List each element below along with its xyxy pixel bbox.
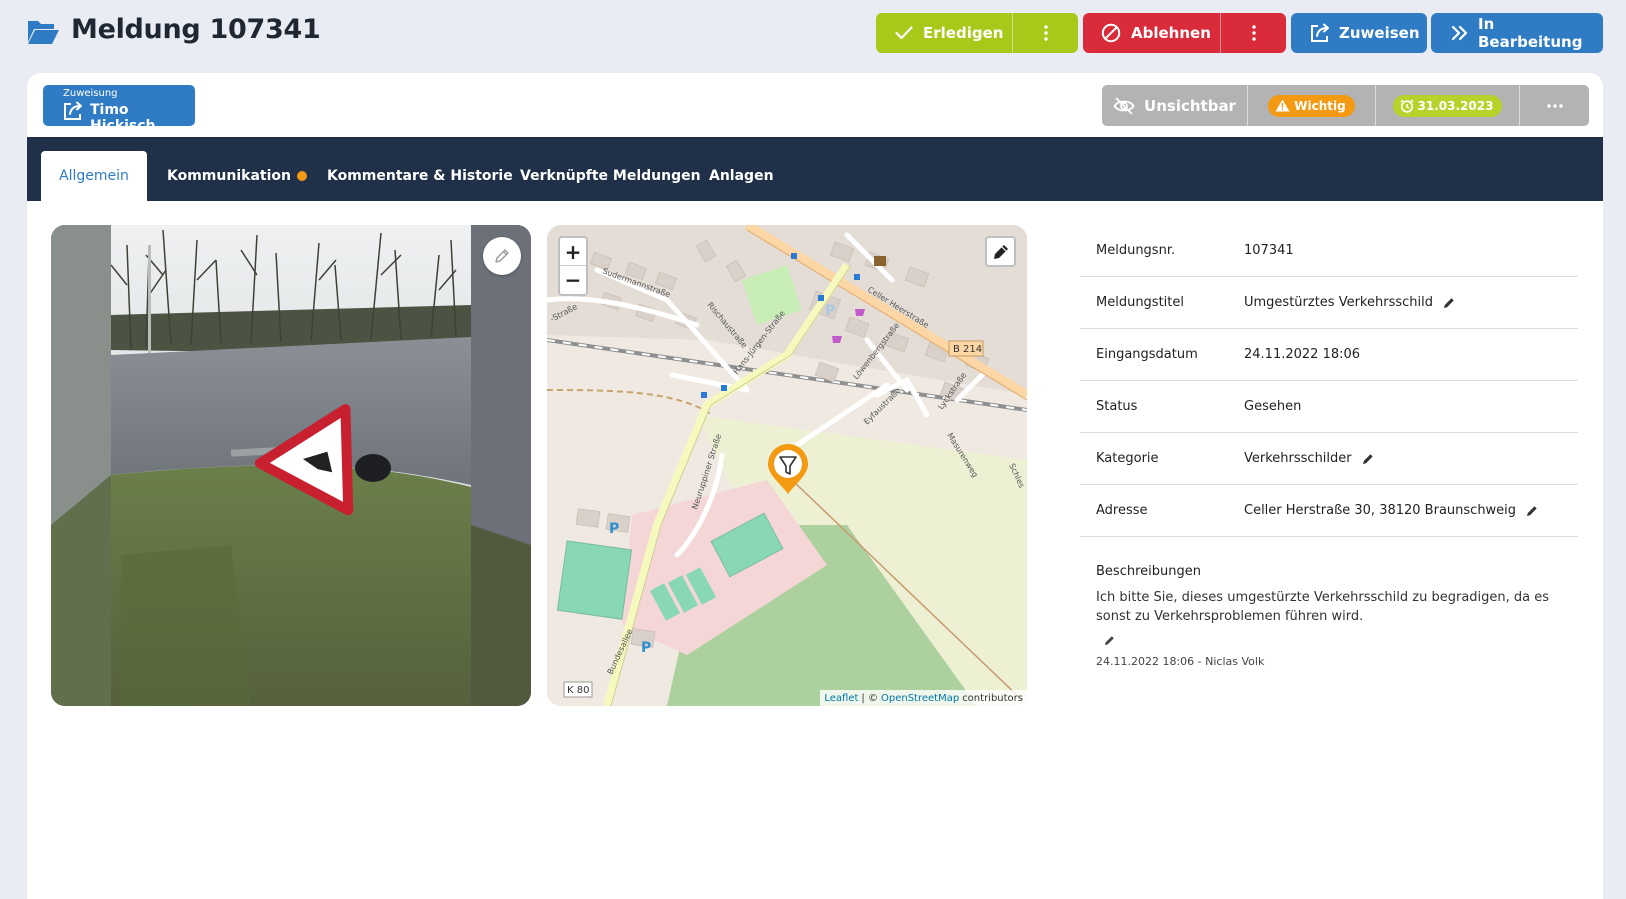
status-value: Gesehen bbox=[1244, 399, 1302, 414]
tab-verknuepfte-meldungen[interactable]: Verknüpfte Meldungen bbox=[520, 151, 701, 201]
tab-allgemein[interactable]: Allgemein bbox=[41, 151, 147, 201]
description-label: Beschreibungen bbox=[1096, 564, 1201, 579]
due-date-badge: 31.03.2023 bbox=[1392, 94, 1503, 117]
check-icon bbox=[895, 26, 913, 40]
visibility-label: Unsichtbar bbox=[1144, 96, 1236, 115]
share-icon bbox=[1311, 23, 1329, 42]
ablehnen-button[interactable]: Ablehnen bbox=[1083, 13, 1220, 53]
received-date: 24.11.2022 18:06 bbox=[1244, 347, 1361, 362]
pencil-icon bbox=[993, 244, 1008, 259]
tab-anlagen[interactable]: Anlagen bbox=[709, 151, 774, 201]
erledigen-button[interactable]: Erledigen bbox=[876, 13, 1012, 53]
description-text: Ich bitte Sie, dieses umgestürzte Verkeh… bbox=[1096, 590, 1550, 624]
more-options-button[interactable] bbox=[1520, 85, 1589, 126]
eye-slash-icon bbox=[1113, 96, 1135, 115]
zoom-out-button[interactable]: − bbox=[560, 266, 586, 294]
detail-label: Eingangsdatum bbox=[1096, 347, 1198, 362]
pencil-icon bbox=[495, 249, 509, 263]
svg-text:P: P bbox=[825, 303, 835, 319]
priority-badge: Wichtig bbox=[1268, 94, 1355, 117]
attribution-separator: | © bbox=[861, 692, 878, 704]
tab-bar: Allgemein Kommunikation Kommentare & His… bbox=[27, 137, 1603, 201]
zuweisen-label: Zuweisen bbox=[1339, 24, 1420, 42]
in-bearbeitung-button[interactable]: In Bearbeitung bbox=[1431, 13, 1603, 53]
folder-open-icon bbox=[28, 21, 59, 44]
pencil-icon[interactable] bbox=[1443, 297, 1455, 309]
zoom-in-button[interactable]: + bbox=[560, 238, 586, 266]
assignment-caption: Zuweisung bbox=[63, 88, 118, 99]
detail-row-status: Status Gesehen bbox=[1080, 381, 1578, 433]
warning-icon bbox=[1275, 99, 1290, 112]
double-chevron-icon bbox=[1451, 25, 1468, 41]
map-edit-button[interactable] bbox=[985, 236, 1016, 267]
map-zoom-control: + − bbox=[558, 236, 588, 296]
address-value: Celler Herstraße 30, 38120 Braunschweig bbox=[1244, 503, 1517, 518]
report-card: Zuweisung Timo Hickisch Unsichtbar Wicht… bbox=[27, 73, 1603, 899]
edit-photo-button[interactable] bbox=[483, 237, 521, 275]
ablehnen-more-button[interactable] bbox=[1220, 13, 1286, 53]
detail-value: Gesehen bbox=[1244, 399, 1301, 414]
detail-label: Meldungstitel bbox=[1096, 295, 1184, 310]
osm-link[interactable]: OpenStreetMap bbox=[881, 693, 959, 704]
ban-icon bbox=[1101, 23, 1121, 43]
svg-text:P: P bbox=[641, 640, 651, 656]
notification-dot bbox=[296, 171, 307, 181]
assignee-name: Timo Hickisch bbox=[90, 102, 156, 134]
detail-label: Kategorie bbox=[1096, 451, 1159, 466]
leaflet-link[interactable]: Leaflet bbox=[824, 693, 858, 704]
detail-value: Verkehrsschilder bbox=[1244, 451, 1374, 466]
detail-value: Umgestürztes Verkehrsschild bbox=[1244, 295, 1455, 310]
pencil-icon[interactable] bbox=[1362, 453, 1374, 465]
pencil-icon[interactable] bbox=[1104, 635, 1115, 646]
report-title: Umgestürztes Verkehrsschild bbox=[1244, 295, 1433, 310]
svg-text:P: P bbox=[609, 521, 619, 537]
due-date-label: 31.03.2023 bbox=[1417, 98, 1494, 113]
photo-image bbox=[51, 225, 531, 706]
erledigen-more-button[interactable] bbox=[1012, 13, 1078, 53]
description-meta: 24.11.2022 18:06 - Niclas Volk bbox=[1096, 655, 1265, 668]
assignment-badge[interactable]: Zuweisung Timo Hickisch bbox=[43, 85, 195, 134]
page-title: Meldung 107341 bbox=[71, 14, 321, 45]
report-photo[interactable] bbox=[51, 225, 531, 706]
detail-row-eingangsdatum: Eingangsdatum 24.11.2022 18:06 bbox=[1080, 329, 1578, 381]
detail-value: Celler Herstraße 30, 38120 Braunschweig bbox=[1244, 503, 1538, 518]
detail-value: 24.11.2022 18:06 bbox=[1244, 347, 1360, 362]
report-number: 107341 bbox=[1244, 243, 1294, 258]
location-map[interactable]: P P P B 214 K 80 Celler Heerstraße Hans-… bbox=[547, 225, 1027, 706]
category-value: Verkehrsschilder bbox=[1244, 451, 1352, 466]
flag-toolbar: Unsichtbar Wichtig 31.03.2023 bbox=[1102, 85, 1589, 126]
zuweisen-button[interactable]: Zuweisen bbox=[1291, 13, 1427, 53]
detail-label: Adresse bbox=[1096, 503, 1148, 518]
tab-kommunikation-label: Kommunikation bbox=[167, 168, 291, 184]
priority-toggle[interactable]: Wichtig bbox=[1248, 85, 1376, 126]
detail-row-kategorie: Kategorie Verkehrsschilder bbox=[1080, 433, 1578, 485]
map-marker-icon bbox=[768, 444, 808, 494]
details-panel: Meldungsnr. 107341 Meldungstitel Umgestü… bbox=[1080, 225, 1578, 668]
horizontal-dots-icon bbox=[1546, 103, 1563, 108]
alarm-clock-icon bbox=[1400, 98, 1414, 113]
svg-text:B 214: B 214 bbox=[953, 344, 982, 355]
due-date-toggle[interactable]: 31.03.2023 bbox=[1376, 85, 1520, 126]
tab-kommentare-historie[interactable]: Kommentare & Historie bbox=[327, 151, 513, 201]
share-icon bbox=[64, 101, 82, 120]
visibility-toggle[interactable]: Unsichtbar bbox=[1102, 85, 1248, 126]
pencil-icon[interactable] bbox=[1526, 505, 1538, 517]
map-attribution: Leaflet | © OpenStreetMap contributors bbox=[820, 690, 1027, 706]
detail-label: Status bbox=[1096, 399, 1138, 414]
page-header: Meldung 107341 Erledigen Ablehnen Zuweis… bbox=[0, 0, 1626, 66]
detail-row-adresse: Adresse Celler Herstraße 30, 38120 Braun… bbox=[1080, 485, 1578, 537]
priority-label: Wichtig bbox=[1294, 98, 1346, 113]
vertical-dots-icon bbox=[1251, 25, 1256, 41]
detail-row-meldungsnr: Meldungsnr. 107341 bbox=[1080, 225, 1578, 277]
svg-text:K 80: K 80 bbox=[567, 685, 589, 696]
attribution-suffix: contributors bbox=[962, 692, 1023, 704]
erledigen-label: Erledigen bbox=[923, 24, 1004, 42]
in-bearbeitung-label: In Bearbeitung bbox=[1478, 15, 1583, 51]
detail-row-meldungstitel: Meldungstitel Umgestürztes Verkehrsschil… bbox=[1080, 277, 1578, 329]
ablehnen-label: Ablehnen bbox=[1131, 24, 1211, 42]
detail-label: Meldungsnr. bbox=[1096, 243, 1176, 258]
tab-kommunikation[interactable]: Kommunikation bbox=[167, 151, 307, 201]
detail-value: 107341 bbox=[1244, 243, 1294, 258]
vertical-dots-icon bbox=[1043, 25, 1048, 41]
